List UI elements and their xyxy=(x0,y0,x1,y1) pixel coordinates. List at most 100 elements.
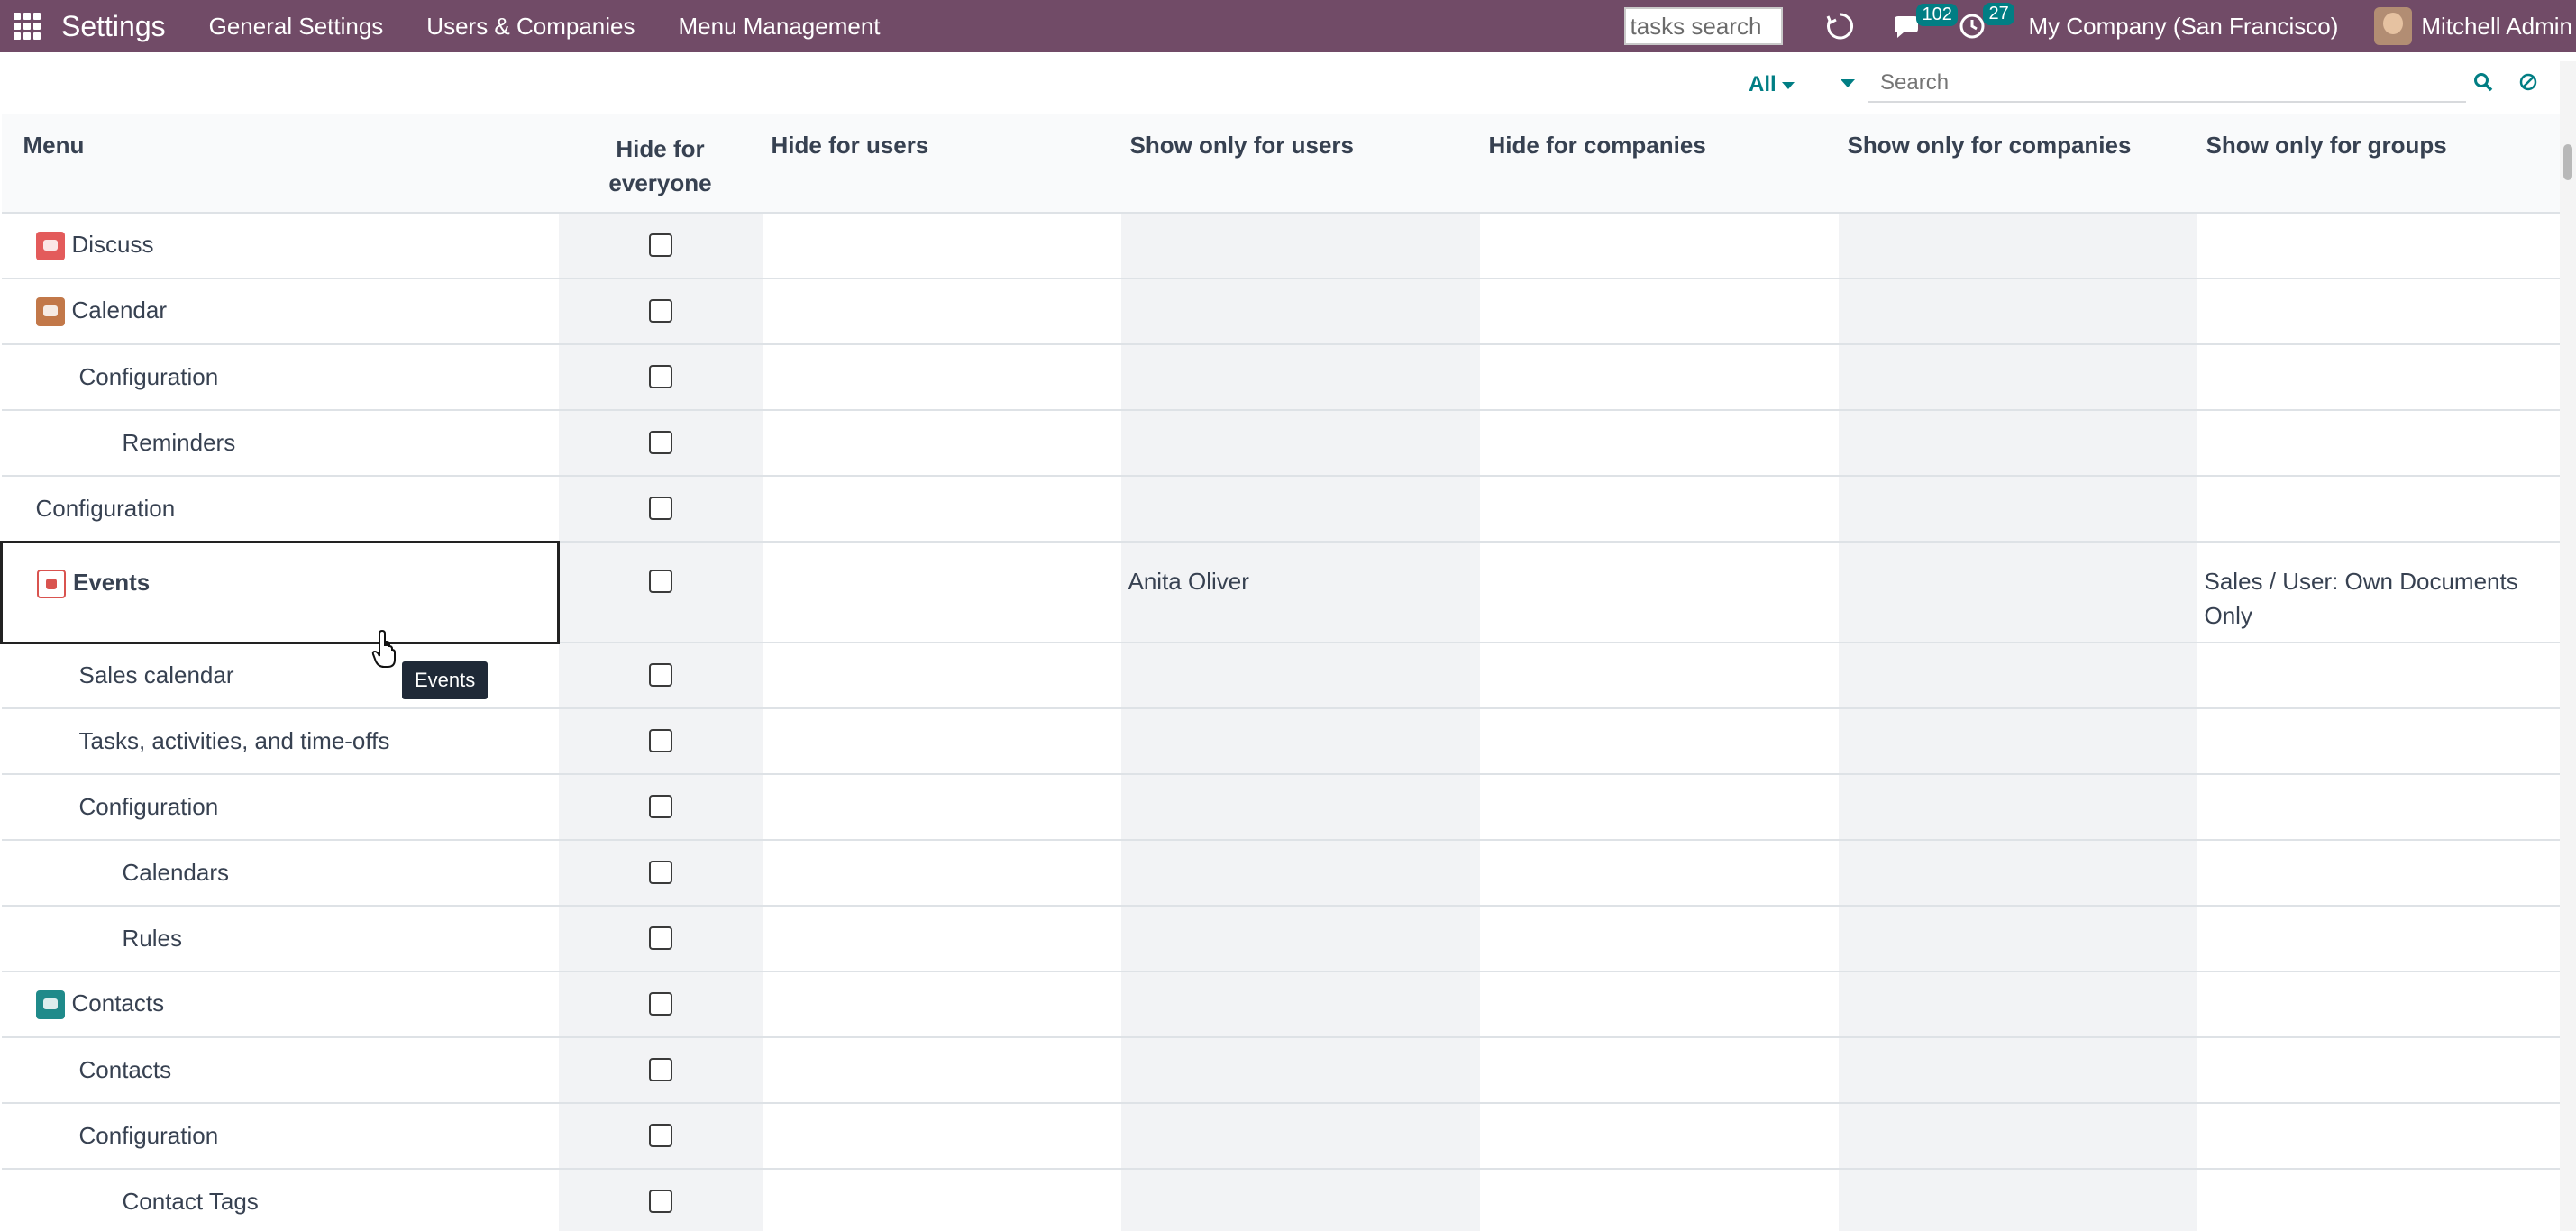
hide-companies-cell[interactable] xyxy=(1479,213,1839,279)
hide-users-cell[interactable] xyxy=(762,840,1121,907)
scrollbar-thumb[interactable] xyxy=(2563,144,2572,180)
hide-companies-cell[interactable] xyxy=(1479,1169,1839,1231)
show-companies-cell[interactable] xyxy=(1838,774,2197,841)
show-groups-cell[interactable] xyxy=(2197,476,2560,543)
menu-cell[interactable]: Calendar xyxy=(1,278,559,345)
hide-everyone-checkbox[interactable] xyxy=(648,233,672,258)
show-groups-cell[interactable] xyxy=(2197,906,2560,972)
show-groups-cell[interactable] xyxy=(2197,1169,2560,1231)
show-companies-cell[interactable] xyxy=(1838,971,2197,1038)
show-groups-cell[interactable] xyxy=(2197,971,2560,1038)
user-menu[interactable]: Mitchell Admin xyxy=(2421,13,2572,41)
show-companies-cell[interactable] xyxy=(1838,708,2197,775)
hide-users-cell[interactable] xyxy=(762,1037,1121,1104)
table-row[interactable]: Rules xyxy=(1,906,2560,972)
show-users-cell[interactable] xyxy=(1120,278,1480,345)
hide-everyone-checkbox[interactable] xyxy=(648,861,672,885)
menu-cell[interactable]: Discuss xyxy=(1,213,559,279)
show-groups-cell[interactable] xyxy=(2197,840,2560,907)
show-users-cell[interactable] xyxy=(1120,476,1480,543)
show-users-cell[interactable] xyxy=(1120,643,1480,709)
show-companies-cell[interactable] xyxy=(1838,906,2197,972)
table-row[interactable]: Contacts xyxy=(1,1037,2560,1104)
table-row-selected[interactable]: Events Anita Oliver Sales / User: Own Do… xyxy=(0,540,2560,644)
hide-everyone-checkbox[interactable] xyxy=(648,729,672,753)
show-users-cell[interactable] xyxy=(1120,1103,1480,1170)
hide-users-cell[interactable] xyxy=(762,278,1121,345)
show-users-cell[interactable] xyxy=(1120,1037,1480,1104)
filter-dropdown[interactable]: All xyxy=(1749,72,1795,97)
show-groups-cell[interactable] xyxy=(2197,774,2560,841)
hide-users-cell[interactable] xyxy=(762,542,1121,643)
hide-companies-cell[interactable] xyxy=(1479,708,1839,775)
column-header-show-companies[interactable]: Show only for companies xyxy=(1838,114,2197,214)
show-companies-cell[interactable] xyxy=(1838,840,2197,907)
table-row[interactable]: Configuration xyxy=(1,1103,2560,1170)
hide-everyone-checkbox[interactable] xyxy=(648,992,672,1017)
menu-general-settings[interactable]: General Settings xyxy=(209,13,384,41)
table-row[interactable]: Contacts xyxy=(1,971,2560,1038)
table-row[interactable]: Calendars xyxy=(1,840,2560,907)
menu-cell[interactable]: Tasks, activities, and time-offs xyxy=(1,708,559,775)
table-row[interactable]: Configuration xyxy=(1,476,2560,543)
show-groups-cell[interactable]: Sales / User: Own Documents Only xyxy=(2197,542,2560,643)
show-groups-cell[interactable] xyxy=(2197,1037,2560,1104)
hide-everyone-checkbox[interactable] xyxy=(648,1190,672,1214)
menu-cell[interactable]: Reminders xyxy=(1,410,559,477)
column-header-hide-everyone[interactable]: Hide for everyone xyxy=(558,114,763,214)
hide-users-cell[interactable] xyxy=(762,708,1121,775)
hide-everyone-checkbox[interactable] xyxy=(648,365,672,389)
show-companies-cell[interactable] xyxy=(1838,278,2197,345)
hide-users-cell[interactable] xyxy=(762,1103,1121,1170)
column-header-menu[interactable]: Menu xyxy=(1,114,559,214)
show-companies-cell[interactable] xyxy=(1838,643,2197,709)
hide-everyone-checkbox[interactable] xyxy=(648,1124,672,1148)
menu-cell[interactable]: Contact Tags xyxy=(1,1169,559,1231)
menu-cell[interactable]: Configuration xyxy=(1,476,559,543)
hide-companies-cell[interactable] xyxy=(1479,476,1839,543)
show-companies-cell[interactable] xyxy=(1838,344,2197,411)
show-companies-cell[interactable] xyxy=(1838,1037,2197,1104)
menu-cell[interactable]: Configuration xyxy=(1,1103,559,1170)
table-row[interactable]: Discuss xyxy=(1,213,2560,279)
app-brand[interactable]: Settings xyxy=(61,10,166,43)
hide-everyone-checkbox[interactable] xyxy=(648,299,672,324)
hide-everyone-checkbox[interactable] xyxy=(648,431,672,455)
show-groups-cell[interactable] xyxy=(2197,278,2560,345)
search-input[interactable] xyxy=(1868,65,2466,101)
column-header-show-users[interactable]: Show only for users xyxy=(1120,114,1480,214)
hide-companies-cell[interactable] xyxy=(1479,971,1839,1038)
show-users-cell[interactable] xyxy=(1120,708,1480,775)
hide-companies-cell[interactable] xyxy=(1479,774,1839,841)
refresh-icon[interactable] xyxy=(1824,11,1855,41)
show-companies-cell[interactable] xyxy=(1838,410,2197,477)
clear-filter-icon[interactable] xyxy=(2518,72,2538,96)
hide-users-cell[interactable] xyxy=(762,344,1121,411)
menu-menu-management[interactable]: Menu Management xyxy=(679,13,881,41)
hide-everyone-checkbox[interactable] xyxy=(648,663,672,688)
column-header-show-groups[interactable]: Show only for groups xyxy=(2197,114,2560,214)
vertical-scrollbar[interactable] xyxy=(2560,61,2576,1231)
show-groups-cell[interactable] xyxy=(2197,1103,2560,1170)
apps-menu-button[interactable] xyxy=(0,0,54,52)
show-users-cell[interactable] xyxy=(1120,1169,1480,1231)
table-row[interactable]: Configuration xyxy=(1,774,2560,841)
hide-users-cell[interactable] xyxy=(762,643,1121,709)
menu-cell[interactable]: Contacts xyxy=(1,1037,559,1104)
table-row[interactable]: Configuration xyxy=(1,344,2560,411)
show-companies-cell[interactable] xyxy=(1838,1103,2197,1170)
show-groups-cell[interactable] xyxy=(2197,708,2560,775)
hide-users-cell[interactable] xyxy=(762,971,1121,1038)
hide-everyone-checkbox[interactable] xyxy=(648,926,672,951)
menu-cell[interactable]: Calendars xyxy=(1,840,559,907)
menu-cell[interactable]: Configuration xyxy=(1,774,559,841)
hide-companies-cell[interactable] xyxy=(1479,1103,1839,1170)
search-icon[interactable] xyxy=(2473,72,2493,96)
hide-everyone-checkbox[interactable] xyxy=(649,570,673,594)
show-users-cell[interactable] xyxy=(1120,906,1480,972)
show-groups-cell[interactable] xyxy=(2197,344,2560,411)
hide-companies-cell[interactable] xyxy=(1479,542,1839,643)
column-header-hide-users[interactable]: Hide for users xyxy=(762,114,1121,214)
show-users-cell[interactable] xyxy=(1120,971,1480,1038)
menu-users-companies[interactable]: Users & Companies xyxy=(426,13,635,41)
